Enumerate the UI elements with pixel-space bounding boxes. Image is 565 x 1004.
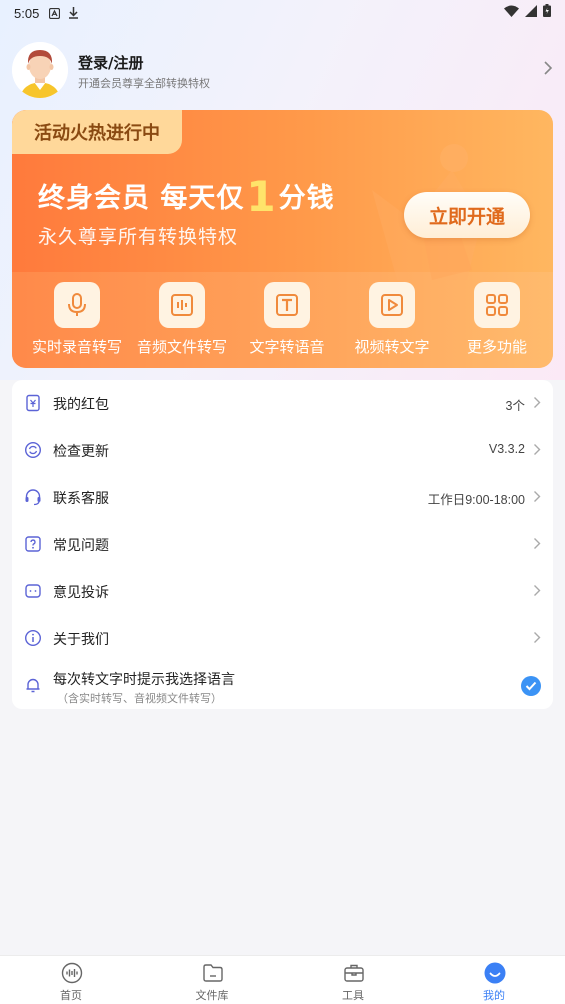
- language-prompt-setting[interactable]: 每次转文字时提示我选择语言 （含实时转写、音视频文件转写）: [12, 662, 553, 709]
- feedback-icon: [25, 584, 41, 598]
- chevron-right-icon: [534, 491, 541, 502]
- nav-label: 我的: [483, 989, 505, 1002]
- promo-subtitle: 永久尊享所有转换特权: [38, 226, 239, 248]
- feature-label: 实时录音转写: [31, 338, 122, 356]
- question-icon: [25, 536, 41, 552]
- feature-shortcuts: 实时录音转写 音频文件转写 文字转语音 视频转文字 更多功能: [12, 282, 553, 362]
- open-membership-button[interactable]: 立即开通: [404, 192, 530, 238]
- menu-item-customer-service[interactable]: 联系客服 工作日9:00-18:00: [12, 474, 553, 521]
- battery-icon: [543, 4, 551, 21]
- service-hours: 工作日9:00-18:00: [427, 493, 525, 507]
- menu-item-faq[interactable]: 常见问题: [12, 521, 553, 568]
- app-version: V3.3.2: [488, 442, 525, 456]
- status-bar: 5:05: [0, 0, 565, 26]
- menu-item-about-us[interactable]: 关于我们: [12, 615, 553, 662]
- profile-smile-icon: [484, 962, 506, 984]
- avatar[interactable]: [12, 42, 68, 98]
- promo-headline: 终身会员 每天仅1分钱: [38, 172, 335, 221]
- chevron-right-icon: [534, 585, 541, 596]
- signal-icon: [525, 4, 537, 21]
- feature-label: 文字转语音: [249, 338, 325, 356]
- promo-headline-suffix: 分钱: [278, 183, 335, 214]
- chevron-right-icon[interactable]: [543, 60, 553, 80]
- headset-icon: [25, 489, 41, 506]
- feature-text-to-speech[interactable]: 文字转语音: [234, 282, 340, 362]
- microphone-icon: [54, 282, 100, 328]
- promo-headline-prefix: 终身会员 每天仅: [38, 183, 245, 214]
- promo-headline-number: 1: [246, 172, 277, 221]
- menu-label: 联系客服: [53, 491, 109, 507]
- login-register-title[interactable]: 登录/注册: [78, 52, 143, 73]
- checkmark-icon: [525, 681, 537, 691]
- chevron-right-icon: [534, 444, 541, 455]
- info-icon: [24, 629, 42, 647]
- chevron-right-icon: [534, 632, 541, 643]
- red-packet-count: 3个: [505, 399, 525, 413]
- video-play-icon: [369, 282, 415, 328]
- menu-item-feedback[interactable]: 意见投诉: [12, 568, 553, 615]
- promo-banner[interactable]: 活动火热进行中 终身会员 每天仅1分钱 永久尊享所有转换特权 立即开通 实时录音…: [12, 110, 553, 368]
- status-indicators: [504, 4, 551, 21]
- menu-label: 我的红包: [53, 397, 109, 413]
- menu-item-check-update[interactable]: 检查更新 V3.3.2: [12, 427, 553, 474]
- language-prompt-checkbox[interactable]: [521, 676, 541, 696]
- nav-label: 工具: [342, 989, 364, 1002]
- download-icon: [68, 7, 79, 19]
- wifi-icon: [504, 5, 519, 21]
- feature-video-to-text[interactable]: 视频转文字: [339, 282, 445, 362]
- feature-realtime-recording[interactable]: 实时录音转写: [24, 282, 130, 362]
- bell-icon: [26, 678, 40, 693]
- feature-audio-file[interactable]: 音频文件转写: [129, 282, 235, 362]
- status-time: 5:05: [14, 5, 40, 21]
- nav-mine[interactable]: 我的: [454, 956, 534, 1004]
- audio-wave-icon: [159, 282, 205, 328]
- nav-file-library[interactable]: 文件库: [172, 956, 252, 1004]
- settings-menu: 我的红包 3个 检查更新 V3.3.2 联系客服 工作日9:00-18:00 常…: [12, 380, 553, 709]
- menu-label: 常见问题: [53, 538, 109, 554]
- nav-label: 文件库: [195, 989, 229, 1002]
- notification-app-icon: [49, 7, 61, 19]
- menu-label: 关于我们: [53, 632, 109, 648]
- profile-header[interactable]: 登录/注册 开通会员尊享全部转换特权: [12, 42, 553, 100]
- menu-item-red-packet[interactable]: 我的红包 3个: [12, 380, 553, 427]
- nav-tools[interactable]: 工具: [313, 956, 393, 1004]
- language-prompt-subtitle: （含实时转写、音视频文件转写）: [57, 692, 222, 705]
- feature-label: 更多功能: [466, 338, 527, 356]
- toolbox-icon: [343, 962, 365, 984]
- folder-icon: [202, 962, 224, 984]
- feature-more[interactable]: 更多功能: [444, 282, 550, 362]
- nav-home[interactable]: 首页: [31, 956, 111, 1004]
- nav-label: 首页: [60, 989, 82, 1002]
- feature-label: 视频转文字: [354, 338, 430, 356]
- home-wave-icon: [61, 962, 83, 984]
- chevron-right-icon: [534, 538, 541, 549]
- chevron-right-icon: [534, 397, 541, 408]
- menu-label: 意见投诉: [53, 585, 109, 601]
- membership-hint: 开通会员尊享全部转换特权: [78, 77, 210, 90]
- promo-tag: 活动火热进行中: [12, 110, 182, 154]
- red-packet-icon: [26, 394, 40, 412]
- menu-label: 检查更新: [53, 444, 109, 460]
- grid-icon: [474, 282, 520, 328]
- text-t-icon: [264, 282, 310, 328]
- language-prompt-title: 每次转文字时提示我选择语言: [53, 672, 235, 688]
- refresh-icon: [24, 441, 42, 459]
- bottom-navigation: 首页 文件库 工具 我的: [0, 955, 565, 1004]
- feature-label: 音频文件转写: [136, 338, 227, 356]
